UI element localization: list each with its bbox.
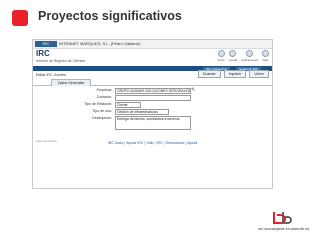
field-label: Contacto: bbox=[96, 95, 112, 99]
slide-title-marker bbox=[12, 10, 28, 26]
logout-icon[interactable]: Salir bbox=[262, 50, 269, 62]
home-icon[interactable]: Inicio bbox=[217, 50, 225, 62]
app-header: IRC Informe de Registro de Clientes Inic… bbox=[33, 49, 272, 66]
form-row-empresa: Empresa: GRUPO ADAMAS SOLUCIONES INTEGRA… bbox=[33, 88, 272, 94]
slide-title: Proyectos significativos bbox=[38, 9, 182, 23]
toolbar: Guardar Imprimir Volver bbox=[197, 70, 269, 78]
field-label: Tipo de Relación: bbox=[84, 102, 112, 106]
field-label: Tipo de uso: bbox=[92, 109, 112, 113]
tab-bar: Datos Generales bbox=[33, 78, 272, 86]
tipo-relacion-select[interactable]: Cliente bbox=[115, 102, 141, 108]
app-subtitle: Informe de Registro de Clientes bbox=[36, 59, 86, 63]
app-screenshot: IRC INTRANET MARQUES, S.L. (Pedro Gallar… bbox=[32, 39, 273, 189]
top-bar: IRC INTRANET MARQUES, S.L. (Pedro Gallar… bbox=[33, 40, 272, 49]
tab-datos-generales[interactable]: Datos Generales bbox=[51, 79, 92, 86]
print-button[interactable]: Imprimir bbox=[223, 70, 247, 78]
help-icon[interactable]: Ayuda bbox=[229, 50, 237, 62]
contacto-field[interactable] bbox=[115, 95, 191, 101]
field-label: Empresa: bbox=[96, 88, 112, 92]
form-row-contacto: Contacto: bbox=[33, 95, 272, 101]
app-logo-small: IRC bbox=[35, 41, 57, 47]
form-row-tipo-uso: Tipo de uso: Gestión de Infraestructuras bbox=[33, 109, 272, 115]
apps-icon[interactable]: Aplicaciones bbox=[241, 50, 258, 62]
tipo-uso-select[interactable]: Gestión de Infraestructuras bbox=[115, 109, 169, 115]
footer-links[interactable]: IRC Inicio | Ayuda IRC | Salir | IRC | S… bbox=[33, 141, 272, 145]
breadcrumb: Editar IRC: Andrés bbox=[36, 73, 66, 77]
form-row-tipo-relacion: Tipo de Relación: Cliente bbox=[33, 102, 272, 108]
header-icons: Inicio Ayuda Aplicaciones Salir bbox=[217, 50, 269, 62]
back-button[interactable]: Volver bbox=[249, 70, 269, 78]
company-user-label: INTRANET MARQUES, S.L. (Pedro Gallardo) bbox=[59, 41, 141, 46]
descripcion-textarea[interactable]: Entrega de bienes, suministros a tercero… bbox=[115, 116, 191, 130]
field-label: Descripción: bbox=[92, 116, 112, 120]
save-button[interactable]: Guardar bbox=[197, 70, 221, 78]
brand-logo bbox=[273, 212, 292, 224]
pencil-icon[interactable]: ✎ bbox=[191, 88, 196, 93]
brand-footer-text: ver aconsejable en www.bb.es bbox=[258, 227, 310, 231]
app-title: IRC bbox=[36, 49, 50, 58]
empresa-field[interactable]: GRUPO ADAMAS SOLUCIONES INTEGRALES S.L. … bbox=[115, 88, 191, 94]
form-row-descripcion: Descripción: Entrega de bienes, suminist… bbox=[33, 116, 272, 130]
